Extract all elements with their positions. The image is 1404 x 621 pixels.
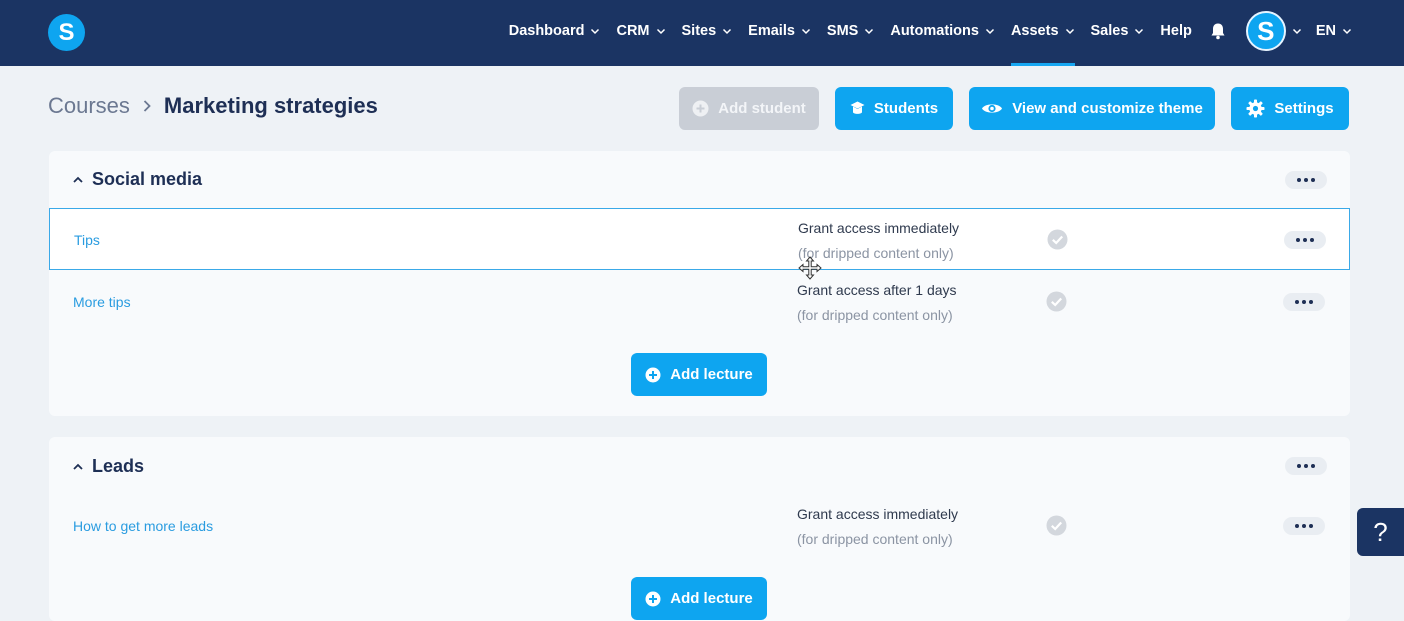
nav-item-label: Emails [748,23,795,39]
section-header[interactable]: Leads [72,456,144,477]
chevron-down-icon [801,28,810,35]
chevron-down-icon [865,28,874,35]
chevron-down-icon [1342,28,1352,35]
move-cursor-icon [798,256,822,280]
check-circle-icon [1046,515,1067,536]
students-label: Students [873,100,939,117]
access-note: (for dripped content only) [797,531,953,547]
bell-icon[interactable] [1208,21,1228,41]
nav-item-automations[interactable]: Automations [890,0,995,62]
lecture-row[interactable]: How to get more leads Grant access immed… [49,495,1350,557]
plus-circle-icon [645,591,661,606]
brand-logo[interactable]: S [48,14,85,51]
nav-item-dashboard[interactable]: Dashboard [509,0,601,62]
section-card: Social media Tips Grant access immediate… [49,151,1350,416]
lecture-row[interactable]: More tips Grant access after 1 days (for… [49,271,1350,333]
chevron-down-icon [1135,28,1144,35]
section-card: Leads How to get more leads Grant access… [49,437,1350,621]
chevron-down-icon [591,28,600,35]
access-rule: Grant access after 1 days [797,282,957,298]
add-lecture-button[interactable]: Add lecture [631,353,767,396]
section-more-button[interactable] [1285,171,1327,189]
chevron-up-icon [73,176,83,183]
view-theme-label: View and customize theme [1012,100,1203,117]
access-rule: Grant access immediately [797,506,959,522]
lecture-row[interactable]: Tips Grant access immediately (for dripp… [49,208,1350,270]
nav-item-sites[interactable]: Sites [682,0,733,62]
section-more-button[interactable] [1285,457,1327,475]
gear-icon [1246,99,1265,118]
chevron-right-icon [143,100,151,112]
user-avatar[interactable]: S [1245,11,1286,51]
settings-label: Settings [1274,100,1334,117]
check-circle-icon [1046,291,1067,312]
plus-circle-icon [645,367,661,382]
eye-icon [982,104,1003,113]
add-student-button[interactable]: Add student [679,87,819,130]
view-customize-theme-button[interactable]: View and customize theme [969,87,1215,130]
access-rule: Grant access immediately [798,220,960,236]
access-note: (for dripped content only) [797,307,953,323]
students-button[interactable]: Students [835,87,953,130]
section-header[interactable]: Social media [72,169,202,190]
nav-item-label: Dashboard [508,23,585,39]
language-label: EN [1315,23,1336,39]
nav-item-label: Automations [890,23,979,39]
breadcrumb-courses-link[interactable]: Courses [48,93,130,119]
chevron-down-icon[interactable] [1292,26,1302,36]
nav-item-help[interactable]: Help [1160,0,1191,62]
nav-item-label: Help [1160,23,1192,39]
nav-item-label: SMS [826,23,859,39]
check-circle-icon [1047,229,1068,250]
nav-item-sales[interactable]: Sales [1091,0,1145,62]
add-lecture-label: Add lecture [670,366,753,383]
section-title: Leads [92,456,145,476]
page-title: Marketing strategies [163,93,378,118]
add-student-label: Add student [718,100,806,117]
breadcrumb: Courses Marketing strategies [48,93,378,119]
chevron-down-icon [723,28,732,35]
chevron-up-icon [73,463,83,470]
lecture-more-button[interactable] [1284,231,1326,249]
lecture-title-link[interactable]: More tips [73,294,131,310]
plus-circle-icon [692,100,709,117]
nav-item-label: CRM [616,23,650,39]
section-title: Social media [92,169,203,189]
lecture-title-link[interactable]: How to get more leads [73,518,213,534]
nav-menu: Dashboard CRM Sites Emails SMS Automatio… [493,0,1352,66]
chevron-down-icon [656,28,665,35]
nav-item-assets[interactable]: Assets [1010,0,1075,66]
settings-button[interactable]: Settings [1231,87,1349,130]
help-button[interactable]: ? [1357,508,1404,556]
top-navigation-bar: S Dashboard CRM Sites Emails SMS Automat… [0,0,1404,66]
nav-item-label: Sites [681,23,717,39]
language-selector[interactable]: EN [1316,0,1352,62]
chevron-down-icon [1065,28,1074,35]
nav-item-label: Sales [1090,23,1129,39]
lecture-more-button[interactable] [1283,293,1325,311]
nav-item-crm[interactable]: CRM [616,0,665,62]
nav-item-sms[interactable]: SMS [827,0,874,62]
add-lecture-label: Add lecture [670,590,753,607]
nav-item-emails[interactable]: Emails [748,0,811,62]
add-lecture-button[interactable]: Add lecture [631,577,767,620]
chevron-down-icon [985,28,994,35]
lecture-title-link[interactable]: Tips [74,232,100,248]
lecture-more-button[interactable] [1283,517,1325,535]
nav-item-label: Assets [1010,23,1059,39]
graduation-cap-icon [850,101,865,114]
